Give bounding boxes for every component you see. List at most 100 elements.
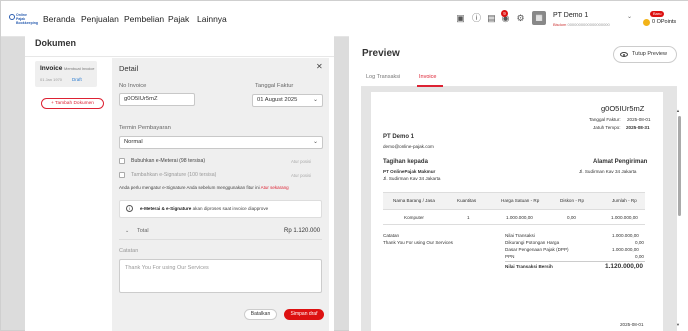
- summary-value: 1.000.000,00: [612, 233, 639, 238]
- document-card-date: 01 Jan 1970: [40, 77, 63, 82]
- table-cell: 1.000.000,00: [611, 215, 638, 220]
- notification-badge: 9: [501, 10, 508, 17]
- detail-title: Detail: [119, 64, 139, 73]
- company-name[interactable]: PT Demo 1: [553, 12, 588, 19]
- company-avatar-icon[interactable]: ▦: [532, 11, 546, 25]
- summary-label: Dikurangi Potongan Harga: [505, 240, 560, 245]
- info-text-rest: akan diproses saat invoice diapprove: [192, 206, 269, 211]
- divider: [25, 56, 334, 57]
- invoice-no-input[interactable]: g0O5IUr5mZ: [119, 93, 195, 106]
- bill-to-label: Tagihan kepada: [383, 159, 428, 165]
- info-text-bold: e-Meterai & e-Signature: [140, 206, 192, 211]
- buyer-address: Jl. Sudirman Kav 34 Jakarta: [383, 176, 441, 181]
- summary-label: Nilai Transaksi: [505, 233, 535, 238]
- close-preview-button[interactable]: Tutup Preview: [613, 46, 677, 63]
- termin-value: Normal: [124, 139, 143, 145]
- summary-value: 1.000.000,00: [612, 247, 639, 252]
- preview-panel: Preview Tutup Preview Log Transaksi Invo…: [349, 32, 688, 331]
- document-card-invoice[interactable]: Invoice Membuat Invoice 01 Jan 1970 Draf…: [35, 61, 97, 87]
- termin-select[interactable]: Normal ⌄: [119, 136, 323, 149]
- scroll-up-icon[interactable]: ▲: [676, 108, 680, 113]
- summary-label: Dasar Pengenaan Pajak (DPP): [505, 247, 569, 252]
- nav-item-pembelian[interactable]: Pembelian: [124, 14, 164, 24]
- logo-mark-icon: [9, 14, 15, 20]
- invoice-date-label: Tanggal Faktur:: [589, 117, 621, 122]
- invoice-no-label: No Invoice: [119, 83, 147, 89]
- tab-log-transaksi[interactable]: Log Transaksi: [366, 74, 400, 80]
- scrollbar-thumb[interactable]: [678, 116, 681, 216]
- esignature-label: Tambahkan e-Signature (100 tersisa): [131, 172, 217, 178]
- coin-icon: [643, 19, 650, 26]
- company-subline: Bisdom 0000000000000000000: [553, 22, 610, 27]
- cancel-button[interactable]: Batalkan: [244, 309, 277, 320]
- table-cell: 1: [467, 215, 470, 220]
- scroll-down-icon[interactable]: ▼: [676, 322, 680, 327]
- nav-item-lainnya[interactable]: Lainnya: [197, 14, 227, 24]
- draft-status-badge: Draft: [72, 77, 82, 82]
- logo-text: Online Pajak Bookkeeping: [16, 13, 38, 25]
- nav-item-penjualan[interactable]: Penjualan: [81, 14, 119, 24]
- table-row-divider: [383, 224, 645, 225]
- termin-label: Termin Pembayaran: [119, 125, 171, 131]
- document-card-subtitle: Membuat Invoice: [64, 66, 95, 71]
- catatan-textarea[interactable]: Thank You For using Our Services: [119, 259, 322, 293]
- briefcase-icon[interactable]: ▣: [455, 13, 466, 24]
- nav-item-beranda[interactable]: Beranda: [43, 14, 75, 24]
- chevron-down-icon[interactable]: ⌄: [627, 13, 632, 20]
- document-card-title: Invoice: [40, 65, 63, 72]
- due-date-value: 2025-08-31: [626, 125, 650, 130]
- summary-label: PPN: [505, 254, 515, 259]
- column-header: Jumlah - Rp: [612, 198, 637, 203]
- gear-icon[interactable]: ⚙: [515, 13, 526, 24]
- table-cell: 1.000.000,00: [506, 215, 533, 220]
- close-icon[interactable]: ✕: [316, 62, 323, 71]
- summary-divider: [505, 261, 645, 262]
- invoice-paper: g0O5IUr5mZ Tanggal Faktur: 2025-08-01 Ja…: [371, 92, 663, 331]
- preview-catatan-value: Thank You For using Our Services: [383, 240, 453, 245]
- esignature-checkbox[interactable]: [119, 172, 125, 178]
- shipping-address: Jl. Sudirman Kav 34 Jakarta: [579, 169, 637, 174]
- chevron-down-icon: ⌄: [312, 97, 318, 103]
- chevron-down-icon[interactable]: ⌄: [125, 228, 129, 234]
- seller-email: demo@online-pajak.com: [383, 144, 434, 149]
- info-box: i e-Meterai & e-Signature akan diproses …: [119, 200, 322, 218]
- esignature-set-position-link[interactable]: Atur posisi: [291, 173, 311, 178]
- help-icon[interactable]: ⓘ: [471, 13, 482, 24]
- app-frame: Online Pajak Bookkeeping Beranda Penjual…: [0, 0, 688, 331]
- invoice-date-value: 2025-08-01: [627, 117, 651, 122]
- eye-icon: [620, 52, 628, 57]
- detail-pane: Detail ✕ No Invoice g0O5IUr5mZ Tanggal F…: [112, 58, 329, 331]
- company-id: 0000000000000000000: [567, 22, 610, 27]
- tab-invoice[interactable]: Invoice: [419, 74, 436, 80]
- column-header: Nama Barang / Jasa: [393, 198, 435, 203]
- total-label: Total: [137, 228, 149, 234]
- net-transaction-value: 1.120.000,00: [605, 263, 643, 270]
- table-cell: Komputer: [404, 215, 424, 220]
- preview-title: Preview: [362, 48, 400, 59]
- tanggal-faktur-value: 01 August 2025: [257, 97, 298, 103]
- emeterai-set-position-link[interactable]: Atur posisi: [291, 159, 311, 164]
- invoice-preview-area: g0O5IUr5mZ Tanggal Faktur: 2025-08-01 Ja…: [361, 87, 677, 331]
- invoice-number: g0O5IUr5mZ: [601, 104, 645, 113]
- document-icon[interactable]: ▤: [486, 13, 497, 24]
- save-draft-button[interactable]: Simpan draf: [284, 309, 324, 320]
- seller-name: PT Demo 1: [383, 134, 415, 140]
- app-logo[interactable]: Online Pajak Bookkeeping: [9, 13, 38, 27]
- info-icon: i: [126, 205, 133, 212]
- tanggal-faktur-select[interactable]: 01 August 2025 ⌄: [252, 94, 323, 107]
- set-now-link[interactable]: Atur sekarang: [261, 185, 289, 190]
- emeterai-label: Bubuhkan e-Meterai (98 tersisa): [131, 158, 206, 164]
- emeterai-checkbox[interactable]: [119, 158, 125, 164]
- company-badge: Bisdom: [553, 22, 567, 27]
- table-cell: 0,00: [567, 215, 576, 220]
- column-header: Harga Satuan - Rp: [501, 198, 540, 203]
- column-header: Diskon - Rp: [560, 198, 584, 203]
- add-document-button[interactable]: + Tambah Dokumen: [41, 98, 104, 109]
- catatan-label: Catatan: [119, 248, 139, 254]
- shipping-label: Alamat Pengiriman: [593, 159, 648, 165]
- nav-item-pajak[interactable]: Pajak: [168, 14, 189, 24]
- points-value[interactable]: 0 OPoints: [652, 19, 676, 25]
- buyer-name: PT OnlinePajak Makmur: [383, 169, 436, 174]
- esignature-note-text: Anda perlu mengatur e-Signature Anda seb…: [119, 185, 260, 190]
- points-new-badge: Baru: [650, 11, 665, 17]
